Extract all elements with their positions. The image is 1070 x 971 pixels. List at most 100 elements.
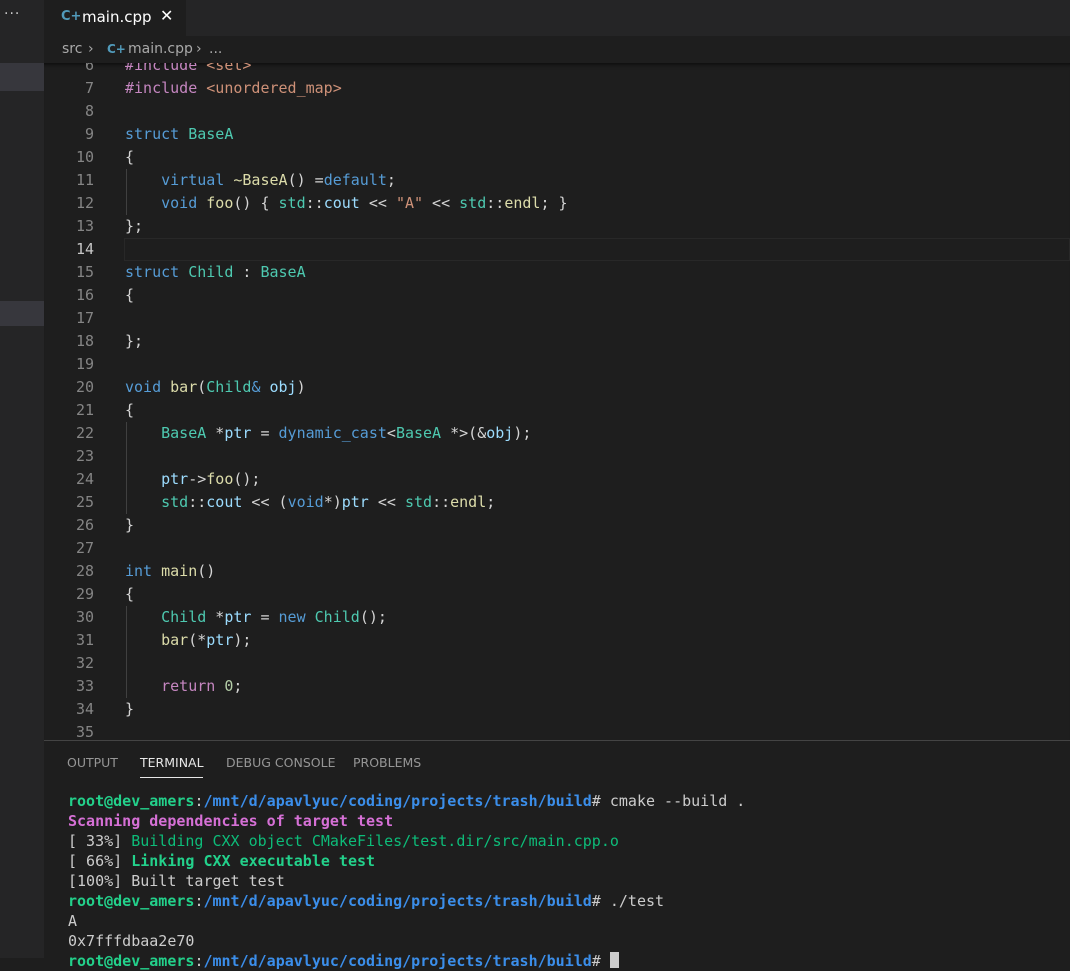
code-text: { (125, 284, 134, 307)
terminal-text: [ 33%] (68, 832, 132, 850)
code-token: BaseA (395, 424, 442, 442)
line-number: 35 (75, 723, 94, 740)
indent-guide (126, 169, 127, 215)
code-line[interactable]: 25 std::cout << (void*)ptr << std::endl; (44, 491, 1070, 514)
tab-main-cpp[interactable]: C+ main.cpp ✕ (44, 0, 186, 36)
code-text: bar(*ptr); (125, 629, 251, 652)
code-line[interactable]: 32 (44, 652, 1070, 675)
line-number: 9 (84, 125, 94, 143)
code-line[interactable]: 27 (44, 537, 1070, 560)
sidebar-strip: ··· (0, 0, 44, 958)
terminal-line: root@dev_amers:/mnt/d/apavlyuc/coding/pr… (68, 891, 745, 911)
code-line[interactable]: 9 struct BaseA (44, 123, 1070, 146)
code-line[interactable]: 13}; (44, 215, 1070, 238)
code-line[interactable]: 6 #include <set> (44, 63, 1070, 77)
code-token: ~BaseA (233, 171, 288, 189)
sidebar-hover-item[interactable] (0, 301, 44, 326)
tab-terminal[interactable]: TERMINAL (140, 755, 204, 770)
line-number: 33 (75, 677, 94, 695)
code-token: struct (125, 125, 189, 143)
code-token: Child (188, 263, 234, 281)
code-line[interactable]: 33 return 0; (44, 675, 1070, 698)
tab-output[interactable]: OUTPUT (67, 755, 118, 770)
code-line[interactable]: 10 { (44, 146, 1070, 169)
code-text: { (125, 399, 134, 422)
code-line[interactable]: 7 #include <unordered_map> (44, 77, 1070, 100)
close-icon[interactable]: ✕ (160, 6, 173, 25)
code-text: }; (125, 330, 143, 353)
line-number: 19 (75, 355, 94, 373)
code-text: } (125, 514, 134, 537)
bottom-panel: OUTPUT TERMINAL DEBUG CONSOLE PROBLEMS r… (44, 740, 1070, 970)
terminal-text: /mnt/d/apavlyuc/coding/projects/trash/bu… (203, 892, 592, 910)
code-line[interactable]: 20 void bar(Child& obj) (44, 376, 1070, 399)
code-line[interactable]: 11 virtual ~BaseA() =default; (44, 169, 1070, 192)
code-token: ptr (224, 424, 252, 442)
code-line[interactable]: 30 Child *ptr = new Child(); (44, 606, 1070, 629)
code-line[interactable]: 12 void foo() { std::cout << "A" << std:… (44, 192, 1070, 215)
code-token: int (125, 562, 162, 580)
code-line[interactable]: 8 (44, 100, 1070, 123)
breadcrumb-file[interactable]: main.cpp (128, 41, 193, 57)
code-line[interactable]: 34} (44, 698, 1070, 721)
code-token: ptr (161, 470, 189, 488)
code-token: ; (233, 677, 243, 695)
terminal-output[interactable]: root@dev_amers:/mnt/d/apavlyuc/coding/pr… (68, 791, 745, 971)
code-token: :: (486, 194, 505, 212)
code-token: main (161, 562, 198, 580)
tab-debug-console[interactable]: DEBUG CONSOLE (226, 755, 335, 770)
code-line[interactable]: 35 (44, 721, 1070, 740)
line-number: 10 (75, 148, 94, 166)
indent-guide (126, 422, 127, 514)
code-line[interactable]: 19 (44, 353, 1070, 376)
code-token: ptr (224, 608, 252, 626)
sidebar-selected-item[interactable] (0, 63, 44, 91)
line-number: 30 (75, 608, 94, 626)
code-token: return (161, 677, 225, 695)
code-token: }; (125, 332, 144, 350)
code-line[interactable]: 24 ptr->foo(); (44, 468, 1070, 491)
code-line[interactable]: 21 { (44, 399, 1070, 422)
code-line[interactable]: 31 bar(*ptr); (44, 629, 1070, 652)
code-line[interactable]: 22 BaseA *ptr = dynamic_cast<BaseA *>(&o… (44, 422, 1070, 445)
terminal-text: /mnt/d/apavlyuc/coding/projects/trash/bu… (203, 792, 592, 810)
code-token: foo (206, 194, 234, 212)
code-token: std (161, 493, 189, 511)
code-editor[interactable]: 6 #include <set> 7 #include <unordered_map>… (44, 63, 1070, 740)
code-token: BaseA (188, 125, 234, 143)
breadcrumb-folder[interactable]: src (62, 41, 82, 57)
code-token: bar (170, 378, 198, 396)
code-token: { (125, 401, 135, 419)
tab-problems[interactable]: PROBLEMS (353, 755, 421, 770)
code-token: * (206, 608, 225, 626)
code-token: (); (233, 470, 261, 488)
code-line[interactable]: 28 int main() (44, 560, 1070, 583)
code-line[interactable]: 16 { (44, 284, 1070, 307)
code-text: return 0; (125, 675, 242, 698)
code-token: = (251, 608, 279, 626)
terminal-line: Scanning dependencies of target test (68, 811, 745, 831)
code-line[interactable]: 23 (44, 445, 1070, 468)
code-line[interactable]: 29 { (44, 583, 1070, 606)
line-number: 15 (75, 263, 94, 281)
code-token: () { (233, 194, 279, 212)
code-token: void (287, 493, 324, 511)
code-token: ptr (341, 493, 369, 511)
code-line[interactable]: 15 struct Child : BaseA (44, 261, 1070, 284)
more-actions-icon[interactable]: ··· (4, 6, 20, 22)
code-line[interactable]: 17 (44, 307, 1070, 330)
line-number: 13 (75, 217, 94, 235)
code-line[interactable]: 18}; (44, 330, 1070, 353)
current-line-highlight (124, 238, 1070, 261)
code-token: "A" (395, 194, 424, 212)
breadcrumb-more[interactable]: ... (209, 41, 222, 57)
code-text: struct BaseA (125, 123, 233, 146)
code-token: <set> (206, 63, 252, 74)
terminal-line: root@dev_amers:/mnt/d/apavlyuc/coding/pr… (68, 791, 745, 811)
code-line[interactable]: 26} (44, 514, 1070, 537)
code-line[interactable]: 14 (44, 238, 1070, 261)
